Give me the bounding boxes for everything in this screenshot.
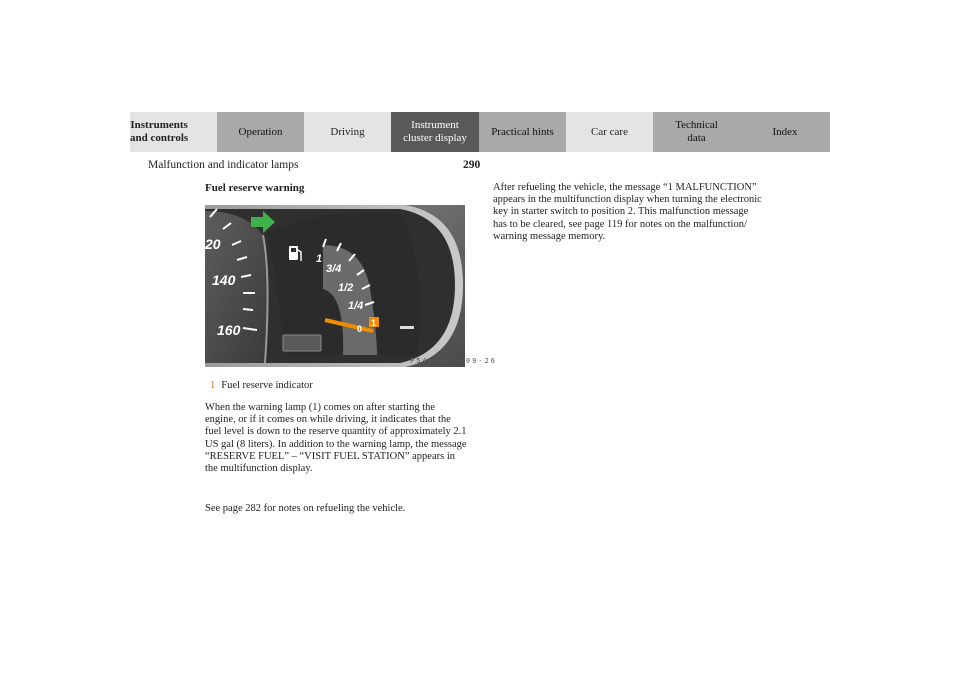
reset-knob <box>400 326 414 329</box>
speed-label-160: 160 <box>217 322 241 338</box>
left-column: Fuel reserve warning <box>205 182 467 200</box>
right-column: After refueling the vehicle, the message… <box>493 182 763 243</box>
gauge-illustration: 20 140 160 1 3/4 1/2 1/4 0 1 <box>205 205 465 367</box>
paragraph-malfunction-message: After refueling the vehicle, the message… <box>493 182 762 242</box>
fuel-label-empty: 0 <box>357 324 362 334</box>
tab-technical-data[interactable]: Technical data <box>653 112 740 152</box>
callout-number: 1 <box>371 318 376 328</box>
display-window <box>282 334 322 352</box>
paragraph-reserve-warning: When the warning lamp (1) comes on after… <box>205 402 467 475</box>
tab-driving[interactable]: Driving <box>304 112 391 152</box>
subheading: Fuel reserve warning <box>205 182 305 194</box>
tab-instrument-cluster-display[interactable]: Instrument cluster display <box>391 112 479 152</box>
legend-number: 1 <box>210 380 216 391</box>
chapter-nav: Instruments and controls Operation Drivi… <box>130 112 830 152</box>
paragraph-text: See page 282 for notes on refueling the … <box>205 503 406 514</box>
tab-index[interactable]: Index <box>740 112 830 152</box>
tab-practical-hints[interactable]: Practical hints <box>479 112 566 152</box>
paragraph-refueling-reference: See page 282 for notes on refueling the … <box>205 503 467 515</box>
speed-label-120: 20 <box>205 236 221 252</box>
tab-car-care[interactable]: Car care <box>566 112 653 152</box>
tab-instruments-and-controls[interactable]: Instruments and controls <box>130 112 217 152</box>
fuel-label-3-4: 3/4 <box>326 263 341 275</box>
legend-text: Fuel reserve indicator <box>221 380 313 391</box>
instrument-cluster-figure: 20 140 160 1 3/4 1/2 1/4 0 1 <box>205 205 465 367</box>
section-title: Malfunction and indicator lamps <box>148 159 299 171</box>
page-number: 290 <box>463 159 481 171</box>
speed-label-140: 140 <box>212 272 236 288</box>
fuel-label-1-2: 1/2 <box>338 282 353 294</box>
fuel-label-1-4: 1/4 <box>348 300 363 312</box>
fuel-label-full: 1 <box>316 253 322 265</box>
tab-operation[interactable]: Operation <box>217 112 304 152</box>
figure-code: P54.30-3609-26 <box>410 357 498 365</box>
figure-legend: 1 Fuel reserve indicator <box>210 380 313 391</box>
page-header: Malfunction and indicator lamps 290 <box>148 159 830 173</box>
paragraph-text: When the warning lamp (1) comes on after… <box>205 402 467 475</box>
